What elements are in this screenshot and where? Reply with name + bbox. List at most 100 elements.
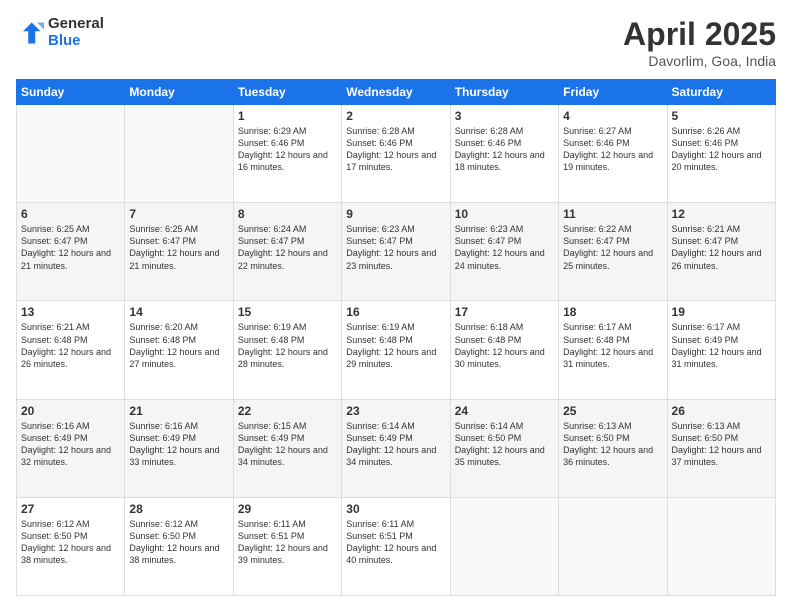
- sunset-text: Sunset: 6:48 PM: [563, 335, 630, 345]
- calendar-week-row: 1Sunrise: 6:29 AMSunset: 6:46 PMDaylight…: [17, 105, 776, 203]
- sunset-text: Sunset: 6:49 PM: [129, 433, 196, 443]
- col-sunday: Sunday: [17, 80, 125, 105]
- table-row: 2Sunrise: 6:28 AMSunset: 6:46 PMDaylight…: [342, 105, 450, 203]
- calendar-week-row: 20 Sunrise: 6:16 AM Sunset: 6:49 PM Dayligh…: [17, 399, 776, 497]
- sunrise-text: Sunrise: 6:24 AM: [238, 224, 307, 234]
- table-row: [559, 497, 667, 595]
- daylight-text: Daylight: 12 hours and 22 minutes.: [238, 248, 328, 270]
- day-number: 2: [346, 109, 445, 123]
- day-number: 7: [129, 207, 228, 221]
- day-number: 4: [563, 109, 662, 123]
- sunset-text: Sunset: 6:46 PM: [455, 138, 522, 148]
- col-wednesday: Wednesday: [342, 80, 450, 105]
- sunset-text: Sunset: 6:46 PM: [346, 138, 413, 148]
- daylight-text: Daylight: 12 hours and 32 minutes.: [21, 445, 111, 467]
- day-info: Sunrise: 6:16 AMSunset: 6:49 PMDaylight:…: [129, 420, 228, 469]
- daylight-text: Daylight: 12 hours and 24 minutes.: [455, 248, 545, 270]
- daylight-text: Daylight: 12 hours and 39 minutes.: [238, 543, 328, 565]
- daylight-text: Daylight: 12 hours and 18 minutes.: [455, 150, 545, 172]
- day-number: 29: [238, 502, 337, 516]
- table-row: [450, 497, 558, 595]
- sunrise-text: Sunrise: 6:23 AM: [346, 224, 415, 234]
- col-saturday: Saturday: [667, 80, 775, 105]
- sunset-text: Sunset: 6:47 PM: [563, 236, 630, 246]
- day-number: 14: [129, 305, 228, 319]
- day-info: Sunrise: 6:15 AMSunset: 6:49 PMDaylight:…: [238, 420, 337, 469]
- day-info: Sunrise: 6:11 AMSunset: 6:51 PMDaylight:…: [238, 518, 337, 567]
- sunset-text: Sunset: 6:49 PM: [346, 433, 413, 443]
- sunrise-text: Sunrise: 6:12 AM: [129, 519, 198, 529]
- sunrise-text: Sunrise: 6:17 AM: [672, 322, 741, 332]
- day-info: Sunrise: 6:12 AMSunset: 6:50 PMDaylight:…: [129, 518, 228, 567]
- day-number: 19: [672, 305, 771, 319]
- day-number: 9: [346, 207, 445, 221]
- table-row: 8Sunrise: 6:24 AMSunset: 6:47 PMDaylight…: [233, 203, 341, 301]
- calendar-week-row: 13Sunrise: 6:21 AMSunset: 6:48 PMDayligh…: [17, 301, 776, 399]
- day-info: Sunrise: 6:14 AMSunset: 6:50 PMDaylight:…: [455, 420, 554, 469]
- table-row: [667, 497, 775, 595]
- daylight-text: Daylight: 12 hours and 30 minutes.: [455, 347, 545, 369]
- calendar-week-row: 27Sunrise: 6:12 AMSunset: 6:50 PMDayligh…: [17, 497, 776, 595]
- day-number: 8: [238, 207, 337, 221]
- table-row: 26Sunrise: 6:13 AMSunset: 6:50 PMDayligh…: [667, 399, 775, 497]
- month-title: April 2025: [623, 16, 776, 53]
- table-row: 13Sunrise: 6:21 AMSunset: 6:48 PMDayligh…: [17, 301, 125, 399]
- sunset-text: Sunset: 6:48 PM: [455, 335, 522, 345]
- sunset-text: Sunset: 6:47 PM: [346, 236, 413, 246]
- sunrise-text: Sunrise: 6:11 AM: [346, 519, 414, 529]
- day-info: Sunrise: 6:26 AMSunset: 6:46 PMDaylight:…: [672, 125, 771, 174]
- sunrise-text: Sunrise: 6:15 AM: [238, 421, 307, 431]
- sunrise-text: Sunrise: 6:28 AM: [455, 126, 524, 136]
- table-row: 30Sunrise: 6:11 AMSunset: 6:51 PMDayligh…: [342, 497, 450, 595]
- sunrise-text: Sunrise: 6:20 AM: [129, 322, 198, 332]
- sunrise-text: Sunrise: 6:29 AM: [238, 126, 307, 136]
- sunrise-text: Sunrise: 6:13 AM: [563, 421, 632, 431]
- sunset-text: Sunset: 6:47 PM: [21, 236, 88, 246]
- weekday-header-row: Sunday Monday Tuesday Wednesday Thursday…: [17, 80, 776, 105]
- sunset-text: Sunset: 6:46 PM: [563, 138, 630, 148]
- sunset-text: Sunset: 6:50 PM: [21, 531, 88, 541]
- sunrise-text: Sunrise: 6:26 AM: [672, 126, 741, 136]
- day-info: Sunrise: 6:28 AM Sunset: 6:46 PM Daylight:…: [455, 125, 554, 174]
- day-info: Sunrise: 6:17 AMSunset: 6:49 PMDaylight:…: [672, 321, 771, 370]
- table-row: 15Sunrise: 6:19 AMSunset: 6:48 PMDayligh…: [233, 301, 341, 399]
- table-row: 11Sunrise: 6:22 AMSunset: 6:47 PMDayligh…: [559, 203, 667, 301]
- daylight-text: Daylight: 12 hours and 38 minutes.: [21, 543, 111, 565]
- day-number: 21: [129, 404, 228, 418]
- daylight-text: Daylight: 12 hours and 21 minutes.: [129, 248, 219, 270]
- sunset-text: Sunset: 6:46 PM: [672, 138, 739, 148]
- table-row: 25Sunrise: 6:13 AMSunset: 6:50 PMDayligh…: [559, 399, 667, 497]
- sunrise-text: Sunrise: 6:14 AM: [346, 421, 415, 431]
- day-info: Sunrise: 6:23 AMSunset: 6:47 PMDaylight:…: [455, 223, 554, 272]
- sunrise-text: Sunrise: 6:13 AM: [672, 421, 741, 431]
- daylight-text: Daylight: 12 hours and 31 minutes.: [563, 347, 653, 369]
- day-number: 11: [563, 207, 662, 221]
- day-number: 25: [563, 404, 662, 418]
- day-info: Sunrise: 6:18 AMSunset: 6:48 PMDaylight:…: [455, 321, 554, 370]
- table-row: 22Sunrise: 6:15 AMSunset: 6:49 PMDayligh…: [233, 399, 341, 497]
- sunset-text: Sunset: 6:48 PM: [129, 335, 196, 345]
- day-info: Sunrise: 6:21 AMSunset: 6:48 PMDaylight:…: [21, 321, 120, 370]
- day-number: 24: [455, 404, 554, 418]
- day-number: 20: [21, 404, 120, 418]
- sunset-text: Sunset: 6:47 PM: [672, 236, 739, 246]
- sunset-text: Sunset: 6:50 PM: [672, 433, 739, 443]
- sunset-text: Sunset: 6:51 PM: [346, 531, 413, 541]
- sunrise-text: Sunrise: 6:16 AM: [129, 421, 198, 431]
- daylight-text: Daylight: 12 hours and 19 minutes.: [563, 150, 653, 172]
- sunrise-text: Sunrise: 6:25 AM: [129, 224, 198, 234]
- daylight-text: Daylight: 12 hours and 23 minutes.: [346, 248, 436, 270]
- location-subtitle: Davorlim, Goa, India: [623, 53, 776, 69]
- calendar-table: Sunday Monday Tuesday Wednesday Thursday…: [16, 79, 776, 596]
- table-row: 24 Sunrise: 6:14 AMSunset: 6:50 PMDayligh…: [450, 399, 558, 497]
- day-number: 28: [129, 502, 228, 516]
- day-number: 23: [346, 404, 445, 418]
- page: General Blue April 2025 Davorlim, Goa, I…: [0, 0, 792, 612]
- day-number: 26: [672, 404, 771, 418]
- day-info: Sunrise: 6:25 AMSunset: 6:47 PMDaylight:…: [21, 223, 120, 272]
- table-row: 29 Sunrise: 6:11 AMSunset: 6:51 PMDayligh…: [233, 497, 341, 595]
- table-row: 27Sunrise: 6:12 AMSunset: 6:50 PMDayligh…: [17, 497, 125, 595]
- table-row: 10Sunrise: 6:23 AMSunset: 6:47 PMDayligh…: [450, 203, 558, 301]
- day-info: Sunrise: 6:25 AMSunset: 6:47 PMDaylight:…: [129, 223, 228, 272]
- table-row: 23Sunrise: 6:14 AMSunset: 6:49 PMDayligh…: [342, 399, 450, 497]
